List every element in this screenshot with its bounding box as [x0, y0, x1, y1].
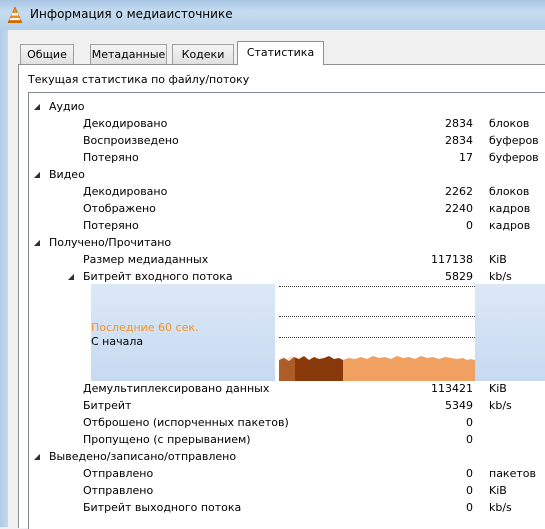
row-value: 17 — [459, 151, 473, 164]
row-label: Отброшено (испорченных пакетов) — [83, 416, 289, 429]
tree-row[interactable]: Отправлено 0 пакетов — [29, 465, 545, 482]
tree-row-input-bitrate[interactable]: ◢ Битрейт входного потока 5829 kb/s — [29, 268, 545, 285]
tree-group-audio[interactable]: ◢ Аудио — [29, 98, 545, 115]
collapse-arrow-icon[interactable]: ◢ — [32, 234, 42, 251]
collapse-arrow-icon[interactable]: ◢ — [32, 98, 42, 115]
legend-from-start: С начала — [91, 335, 144, 348]
row-value: 2834 — [445, 134, 473, 147]
row-value: 117138 — [431, 253, 473, 266]
row-value: 0 — [466, 484, 473, 497]
collapse-arrow-icon[interactable]: ◢ — [66, 268, 76, 285]
page-caption: Текущая статистика по файлу/потоку — [28, 73, 250, 86]
bitrate-graph: Последние 60 сек. С начала — [91, 284, 545, 381]
tree-group-output[interactable]: ◢ Выведено/записано/отправлено — [29, 448, 545, 465]
bitrate-area-plot — [279, 356, 475, 381]
row-value: 2240 — [445, 202, 473, 215]
row-label: Потеряно — [83, 151, 139, 164]
row-unit: буферов — [489, 151, 539, 164]
statistics-tree[interactable]: ◢ Аудио Декодировано 2834 блоков Воспрои… — [28, 92, 545, 529]
tab-general-label: Общие — [27, 48, 67, 61]
row-label: Демультиплексировано данных — [83, 382, 270, 395]
group-label: Получено/Прочитано — [49, 236, 172, 249]
row-label: Декодировано — [83, 117, 168, 130]
tree-row[interactable]: Демультиплексировано данных 113421 KiB — [29, 380, 545, 397]
row-label: Декодировано — [83, 185, 168, 198]
row-unit: kb/s — [489, 399, 512, 412]
row-label: Размер медиаданных — [83, 253, 209, 266]
row-value: 5349 — [445, 399, 473, 412]
graph-background-right — [475, 284, 545, 381]
tree-row[interactable]: Воспроизведено 2834 буферов — [29, 132, 545, 149]
tree-row[interactable]: Размер медиаданных 117138 KiB — [29, 251, 545, 268]
tree-row[interactable]: Битрейт выходного потока 0 kb/s — [29, 499, 545, 516]
tree-row[interactable]: Декодировано 2834 блоков — [29, 115, 545, 132]
collapse-arrow-icon[interactable]: ◢ — [32, 166, 42, 183]
row-value: 2262 — [445, 185, 473, 198]
collapse-arrow-icon[interactable]: ◢ — [32, 448, 42, 465]
statistics-page: Текущая статистика по файлу/потоку ◢ Ауд… — [18, 64, 545, 529]
tab-metadata[interactable]: Метаданные — [90, 44, 167, 64]
group-label: Выведено/записано/отправлено — [49, 450, 237, 463]
row-label: Отправлено — [83, 484, 154, 497]
row-label: Потеряно — [83, 219, 139, 232]
legend-last-60s: Последние 60 сек. — [91, 321, 199, 334]
row-unit: буферов — [489, 134, 539, 147]
row-unit: пакетов — [489, 467, 536, 480]
tree-row[interactable]: Пропущено (с прерыванием) 0 — [29, 431, 545, 448]
row-value: 0 — [466, 433, 473, 446]
row-label: Битрейт — [83, 399, 132, 412]
tree-row[interactable]: Потеряно 0 кадров — [29, 217, 545, 234]
group-label: Видео — [49, 168, 85, 181]
tree-row[interactable]: Декодировано 2262 блоков — [29, 183, 545, 200]
tree-row[interactable]: Отброшено (испорченных пакетов) 0 — [29, 414, 545, 431]
row-value: 2834 — [445, 117, 473, 130]
tree-row[interactable]: Отправлено 0 KiB — [29, 482, 545, 499]
tree-group-input[interactable]: ◢ Получено/Прочитано — [29, 234, 545, 251]
row-label: Воспроизведено — [83, 134, 179, 147]
tab-metadata-label: Метаданные — [91, 48, 166, 61]
row-label: Отправлено — [83, 467, 154, 480]
tab-codecs[interactable]: Кодеки — [172, 44, 234, 64]
row-unit: KiB — [489, 253, 507, 266]
row-label: Отображено — [83, 202, 156, 215]
row-value: 5829 — [445, 270, 473, 283]
tab-general[interactable]: Общие — [20, 44, 74, 64]
row-unit: kb/s — [489, 270, 512, 283]
row-unit: KiB — [489, 484, 507, 497]
vlc-cone-icon — [8, 6, 22, 23]
row-value: 0 — [466, 501, 473, 514]
tree-row[interactable]: Потеряно 17 буферов — [29, 149, 545, 166]
row-label: Битрейт выходного потока — [83, 501, 242, 514]
tree-group-video[interactable]: ◢ Видео — [29, 166, 545, 183]
group-label: Аудио — [49, 100, 85, 113]
tree-row[interactable]: Отображено 2240 кадров — [29, 200, 545, 217]
row-value: 0 — [466, 467, 473, 480]
tree-row[interactable]: Битрейт 5349 kb/s — [29, 397, 545, 414]
row-unit: кадров — [489, 219, 531, 232]
row-unit: kb/s — [489, 501, 512, 514]
row-unit: блоков — [489, 185, 530, 198]
row-unit: кадров — [489, 202, 531, 215]
tab-statistics-label: Статистика — [246, 46, 315, 59]
area-last-60s — [343, 356, 475, 381]
title-bar: Информация о медиаисточнике — [0, 0, 545, 30]
row-value: 0 — [466, 416, 473, 429]
row-value: 113421 — [431, 382, 473, 395]
tab-codecs-label: Кодеки — [181, 48, 225, 61]
area-last-60s-left — [279, 356, 295, 381]
window-frame-left — [0, 30, 8, 527]
row-unit: KiB — [489, 382, 507, 395]
row-label: Битрейт входного потока — [83, 270, 233, 283]
window-title: Информация о медиаисточнике — [30, 7, 233, 21]
dialog-client-area: Общие Метаданные Кодеки Статистика Текущ… — [8, 30, 545, 529]
row-value: 0 — [466, 219, 473, 232]
row-unit: блоков — [489, 117, 530, 130]
tab-statistics[interactable]: Статистика — [237, 41, 324, 65]
row-label: Пропущено (с прерыванием) — [83, 433, 251, 446]
